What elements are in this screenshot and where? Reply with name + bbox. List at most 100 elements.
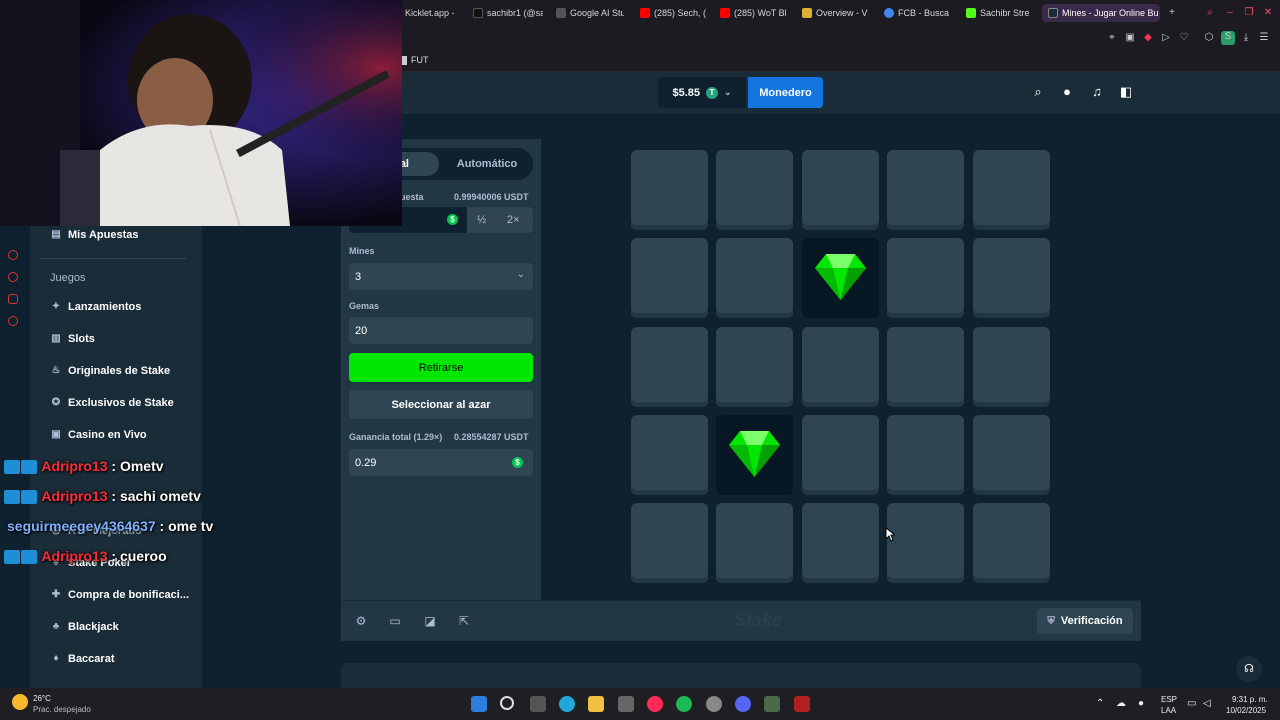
balance-selector[interactable]: $5.85 T ⌄ — [658, 77, 746, 108]
sidebar-item-my-bets[interactable]: ▤ Mis Apuestas — [50, 229, 138, 241]
mic-icon[interactable]: ● — [1138, 698, 1144, 709]
mines-select[interactable]: 3 ⌄ — [349, 263, 533, 290]
tile-hidden[interactable] — [973, 503, 1050, 583]
search-tabs-icon[interactable]: ⌕ — [1204, 7, 1216, 19]
keyboard-layout[interactable]: LAA — [1161, 706, 1176, 715]
pick-random-button[interactable]: Seleccionar al azar — [349, 390, 533, 419]
tile-hidden[interactable] — [802, 327, 879, 407]
onedrive-icon[interactable]: ☁ — [1116, 698, 1126, 709]
browser-tab-active[interactable]: Mines - Jugar Online Bu — [1042, 4, 1160, 22]
half-bet-button[interactable]: ½ — [477, 214, 486, 226]
tile-hidden[interactable] — [716, 150, 793, 230]
settings-icon[interactable] — [8, 316, 18, 326]
close-icon[interactable]: ✕ — [1262, 7, 1274, 19]
tile-hidden[interactable] — [887, 327, 964, 407]
fairness-button[interactable]: ⛨ Verificación — [1037, 608, 1133, 634]
new-tab-icon[interactable]: + — [1166, 7, 1178, 19]
tile-hidden[interactable] — [887, 503, 964, 583]
start-icon[interactable] — [471, 696, 487, 712]
popout-icon[interactable]: ⇱ — [457, 614, 471, 628]
notifications-icon[interactable]: ♫ — [1089, 84, 1105, 100]
user-icon[interactable]: ● — [1059, 84, 1075, 100]
chevron-up-icon[interactable]: ⌃ — [1096, 698, 1104, 709]
sidebar-item-live-casino[interactable]: ▣ Casino en Vivo — [50, 429, 146, 441]
volume-icon[interactable]: ◁ — [1203, 698, 1211, 709]
tile-gem-revealed[interactable] — [802, 238, 879, 318]
sidebar-item-baccarat[interactable]: ♦ Baccarat — [50, 653, 114, 665]
browser-tab[interactable]: (285) Sech, (( — [640, 4, 706, 22]
settings-icon[interactable]: ⚙ — [354, 614, 368, 628]
obs-icon[interactable] — [706, 696, 722, 712]
play-icon[interactable]: ▷ — [1160, 32, 1172, 44]
bookmark-item[interactable]: FUT — [401, 55, 429, 65]
clock-icon[interactable] — [8, 272, 18, 282]
tile-hidden[interactable] — [631, 327, 708, 407]
tile-hidden[interactable] — [631, 503, 708, 583]
wallet-button[interactable]: Monedero — [748, 77, 823, 108]
browser-tab[interactable]: sachibr1 (@sa — [473, 4, 543, 22]
task-view-icon[interactable] — [530, 696, 546, 712]
tile-gem-revealed[interactable] — [716, 415, 793, 495]
screenshot-icon[interactable]: ▣ — [1124, 32, 1136, 44]
double-bet-button[interactable]: 2× — [507, 214, 520, 226]
tile-hidden[interactable] — [631, 238, 708, 318]
tile-hidden[interactable] — [973, 415, 1050, 495]
tile-hidden[interactable] — [631, 415, 708, 495]
sidebar-item-stake-exclusives[interactable]: ✪ Exclusivos de Stake — [50, 397, 174, 409]
store-icon[interactable] — [618, 696, 634, 712]
extensions-icon[interactable]: ⬡ — [1203, 32, 1215, 44]
browser-tab[interactable]: Sachibr Stre — [966, 4, 1032, 22]
menu-icon[interactable]: ☰ — [1258, 32, 1270, 44]
tile-hidden[interactable] — [716, 503, 793, 583]
tile-hidden[interactable] — [887, 415, 964, 495]
display-icon[interactable]: ▭ — [1187, 698, 1196, 709]
pin-icon[interactable]: ⌖ — [1106, 32, 1118, 44]
clock-time[interactable]: 9:31 p. m. — [1232, 695, 1268, 704]
minimize-icon[interactable]: – — [1224, 7, 1236, 19]
discord-icon[interactable] — [735, 696, 751, 712]
tile-hidden[interactable] — [716, 327, 793, 407]
sidebar-item-bonus-buy[interactable]: ✚ Compra de bonificaci... — [50, 589, 189, 601]
tab-automatic[interactable]: Automático — [445, 152, 529, 176]
chat-icon[interactable] — [8, 294, 18, 304]
sidebar-item-launches[interactable]: ✦ Lanzamientos — [50, 301, 142, 313]
maximize-icon[interactable]: ❐ — [1243, 7, 1255, 19]
gamepad-icon[interactable] — [764, 696, 780, 712]
tile-hidden[interactable] — [973, 150, 1050, 230]
tile-hidden[interactable] — [631, 150, 708, 230]
tile-hidden[interactable] — [802, 503, 879, 583]
theatre-mode-icon[interactable]: ▭ — [388, 614, 402, 628]
download-icon[interactable]: ⤓ — [1240, 32, 1252, 44]
spotify-icon[interactable] — [676, 696, 692, 712]
browser-tab[interactable]: Overview - V — [802, 4, 868, 22]
browser-tab[interactable]: Google AI Stu — [556, 4, 624, 22]
tile-hidden[interactable] — [887, 150, 964, 230]
opera-gx-icon[interactable] — [647, 696, 663, 712]
language-code[interactable]: ESP — [1161, 695, 1177, 704]
edge-icon[interactable] — [559, 696, 575, 712]
clock-date[interactable]: 10/02/2025 — [1226, 706, 1266, 715]
sidebar-item-blackjack[interactable]: ♣ Blackjack — [50, 621, 119, 633]
stats-icon[interactable]: ◪ — [423, 614, 437, 628]
browser-tab[interactable]: FCB - Busca — [884, 4, 950, 22]
browser-tab[interactable]: Kicklet.app - — [405, 4, 463, 22]
tile-hidden[interactable] — [716, 238, 793, 318]
app-icon[interactable] — [794, 696, 810, 712]
tile-hidden[interactable] — [973, 327, 1050, 407]
file-explorer-icon[interactable] — [588, 696, 604, 712]
profile-icon[interactable]: S — [1221, 31, 1235, 45]
live-icon[interactable] — [8, 250, 18, 260]
search-icon[interactable]: ⌕ — [1030, 84, 1046, 100]
tile-hidden[interactable] — [973, 238, 1050, 318]
tile-hidden[interactable] — [802, 150, 879, 230]
heart-icon[interactable]: ♡ — [1178, 32, 1190, 44]
cashout-button[interactable]: Retirarse — [349, 353, 533, 382]
support-icon[interactable]: ☊ — [1236, 656, 1262, 682]
sidebar-item-stake-originals[interactable]: ♨ Originales de Stake — [50, 365, 171, 377]
sidebar-toggle-icon[interactable]: ◧ — [1118, 84, 1134, 100]
search-icon[interactable] — [500, 696, 514, 710]
tile-hidden[interactable] — [802, 415, 879, 495]
shield-icon[interactable]: ◆ — [1142, 32, 1154, 44]
sidebar-item-slots[interactable]: ▥ Slots — [50, 333, 95, 345]
browser-tab[interactable]: (285) WoT Bl — [720, 4, 786, 22]
